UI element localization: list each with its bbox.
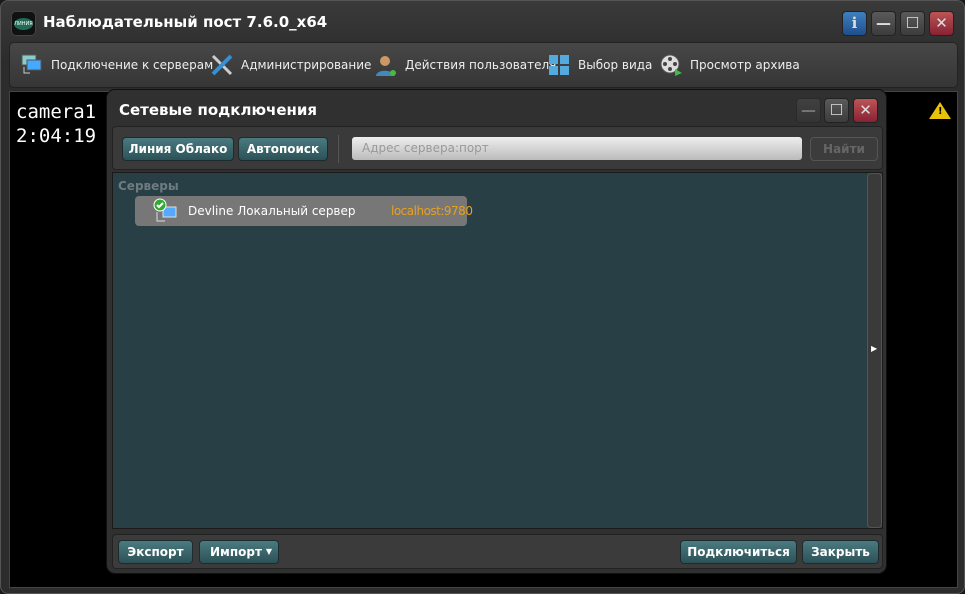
dialog-minimize-button: —: [796, 98, 821, 123]
server-list: Серверы Devline Локальный сервер localho…: [112, 172, 883, 529]
maximize-button[interactable]: ☐: [900, 11, 925, 36]
expand-arrow-icon: ▶: [871, 344, 878, 353]
camera-name: camera1: [16, 101, 97, 123]
camera-overlay: camera1 2:04:19: [16, 100, 96, 148]
server-connected-icon: [153, 198, 179, 227]
toolbar-label: Выбор вида: [578, 58, 653, 72]
connect-button[interactable]: Подключиться: [680, 540, 797, 564]
server-address-input[interactable]: Адрес сервера:порт: [352, 137, 802, 160]
toolbar-label: Администрирование: [241, 58, 372, 72]
toolbar-connect-servers[interactable]: Подключение к серверам: [20, 43, 213, 87]
toolbar-user-actions[interactable]: Действия пользователя: [374, 43, 556, 87]
server-name: Devline Локальный сервер: [188, 204, 356, 218]
monitors-icon: [20, 53, 44, 77]
warning-icon[interactable]: !: [929, 102, 951, 119]
info-button[interactable]: i: [842, 11, 867, 36]
toolbar-label: Подключение к серверам: [51, 58, 214, 72]
dialog-footer: Экспорт Импорт ▼ Подключиться Закрыть: [112, 534, 883, 569]
find-button: Найти: [810, 137, 878, 161]
cloud-button[interactable]: Линия Облако: [122, 137, 234, 161]
toolbar-view-select[interactable]: Выбор вида: [547, 43, 652, 87]
autosearch-button[interactable]: Автопоиск: [238, 137, 328, 161]
app-logo: ЛИНИЯ: [11, 11, 36, 36]
dropdown-arrow-icon: ▼: [265, 547, 272, 556]
minimize-button[interactable]: —: [871, 11, 896, 36]
main-window: ЛИНИЯ Наблюдательный пост 7.6.0_x64 i — …: [0, 0, 965, 594]
tools-icon: [210, 53, 234, 77]
export-button[interactable]: Экспорт: [118, 540, 193, 564]
window-title: Наблюдательный пост 7.6.0_x64: [43, 13, 328, 31]
user-icon: [374, 53, 398, 77]
divider: [338, 135, 339, 163]
group-label: Серверы: [118, 179, 179, 193]
server-list-item[interactable]: Devline Локальный сервер localhost:9780: [135, 196, 473, 227]
network-connections-dialog: Сетевые подключения — ☐ ✕ Линия Облако А…: [106, 89, 887, 574]
close-dialog-button[interactable]: Закрыть: [802, 540, 879, 564]
server-address: localhost:9780: [391, 204, 473, 218]
dialog-close-button[interactable]: ✕: [853, 98, 878, 123]
toolbar-administration[interactable]: Администрирование: [210, 43, 371, 87]
toolbar-label: Просмотр архива: [690, 58, 800, 72]
dialog-title: Сетевые подключения: [119, 101, 318, 119]
camera-time: 2:04:19: [16, 125, 97, 147]
import-label: Импорт: [210, 545, 262, 559]
film-reel-icon: [659, 53, 683, 77]
search-panel: Линия Облако Автопоиск Адрес сервера:пор…: [112, 126, 883, 170]
main-toolbar: Подключение к серверам Администрирование…: [9, 42, 958, 88]
dialog-maximize-button[interactable]: ☐: [824, 98, 849, 123]
toolbar-label: Действия пользователя: [405, 58, 557, 72]
scrollbar[interactable]: ▶: [867, 173, 882, 528]
toolbar-archive[interactable]: Просмотр архива: [659, 43, 800, 87]
close-button[interactable]: ✕: [929, 11, 954, 36]
import-button[interactable]: Импорт ▼: [199, 540, 279, 564]
grid-icon: [547, 53, 571, 77]
